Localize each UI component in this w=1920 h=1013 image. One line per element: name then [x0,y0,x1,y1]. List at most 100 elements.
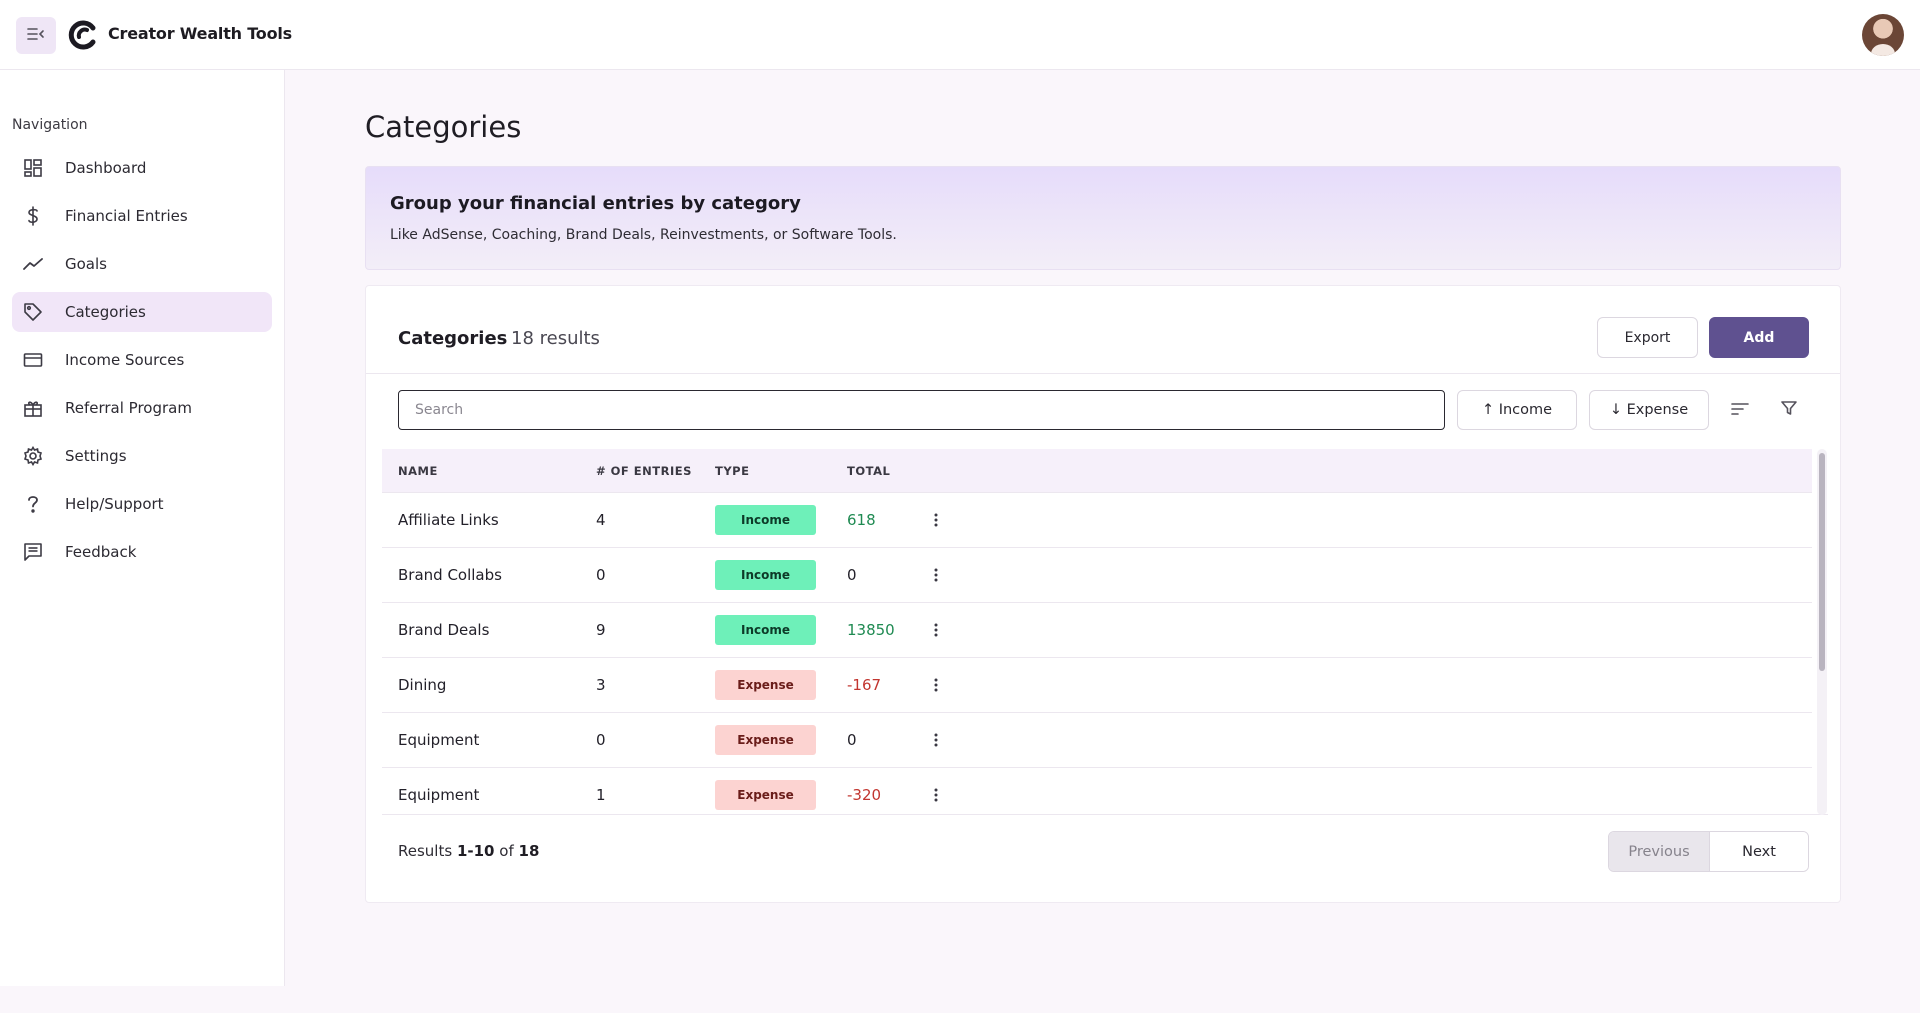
results-count: 18 results [511,328,600,349]
sidebar-item-financial-entries[interactable]: Financial Entries [12,196,272,236]
category-total: 0 [847,566,857,584]
previous-page-button[interactable]: Previous [1609,832,1710,871]
column-header-name[interactable]: NAME [398,464,438,478]
categories-card: Categories 18 results Export Add ↑ Incom… [365,285,1841,903]
sidebar-item-settings[interactable]: Settings [12,436,272,476]
column-header-total[interactable]: TOTAL [847,464,890,478]
category-name: Dining [398,676,447,694]
next-page-button[interactable]: Next [1710,832,1808,871]
nav-heading: Navigation [12,117,88,133]
search-input[interactable] [398,390,1445,430]
sidebar-item-label: Dashboard [65,159,147,177]
row-actions-button[interactable] [924,672,948,700]
more-vertical-icon [934,567,938,586]
income-filter-button[interactable]: ↑ Income [1457,390,1577,430]
creator-logo-icon [67,19,99,51]
sidebar-item-dashboard[interactable]: Dashboard [12,148,272,188]
sidebar: Navigation Dashboard Financial Entries G… [0,70,285,986]
entry-count: 9 [596,621,606,639]
entry-count: 3 [596,676,606,694]
more-vertical-icon [934,677,938,696]
row-actions-button[interactable] [924,562,948,590]
type-badge: Income [715,615,816,645]
card-title: Categories [398,328,508,349]
category-total: -167 [847,676,882,694]
more-vertical-icon [934,512,938,531]
category-name: Affiliate Links [398,511,499,529]
sidebar-item-label: Financial Entries [65,207,188,225]
dashboard-icon [22,157,44,179]
category-total: 0 [847,731,857,749]
banner-subtitle: Like AdSense, Coaching, Brand Deals, Rei… [390,227,897,243]
gear-icon [22,445,44,467]
category-name: Brand Collabs [398,566,502,584]
filter-button[interactable] [1774,395,1804,425]
sidebar-item-feedback[interactable]: Feedback [12,532,272,572]
sidebar-item-categories[interactable]: Categories [12,292,272,332]
entry-count: 4 [596,511,606,529]
pagination: Previous Next [1608,831,1809,872]
results-of: of [499,842,514,860]
table-row[interactable]: Brand Deals 9 Income 13850 [382,603,1812,658]
type-badge: Income [715,560,816,590]
row-actions-button[interactable] [924,507,948,535]
feedback-icon [22,541,44,563]
export-button[interactable]: Export [1597,317,1698,358]
dollar-icon [22,205,44,227]
table-row[interactable]: Affiliate Links 4 Income 618 [382,493,1812,548]
row-actions-button[interactable] [924,782,948,810]
more-vertical-icon [934,787,938,806]
sort-button[interactable] [1725,395,1755,425]
collapse-menu-button[interactable] [16,17,56,54]
add-button[interactable]: Add [1709,317,1809,358]
table-scrollbar[interactable] [1817,449,1827,815]
app-title: Creator Wealth Tools [108,24,292,43]
gift-icon [22,397,44,419]
nav-list: Dashboard Financial Entries Goals Catego… [12,148,272,580]
type-badge: Income [715,505,816,535]
category-total: -320 [847,786,882,804]
sidebar-item-label: Feedback [65,543,137,561]
banner-title: Group your financial entries by category [390,193,801,214]
table-row[interactable]: Equipment 0 Expense 0 [382,713,1812,768]
expense-filter-button[interactable]: ↓ Expense [1589,390,1709,430]
card-header: Categories 18 results Export Add [366,286,1840,374]
pagination-summary: Results 1-10 of 18 [398,842,539,860]
collapse-menu-icon [27,26,45,45]
column-header-entries[interactable]: # OF ENTRIES [596,464,692,478]
sidebar-item-label: Income Sources [65,351,185,369]
trend-line-icon [22,253,44,275]
top-bar: Creator Wealth Tools [0,0,1920,70]
card-icon [22,349,44,371]
sidebar-item-label: Help/Support [65,495,164,513]
type-badge: Expense [715,670,816,700]
user-avatar[interactable] [1862,14,1904,56]
category-name: Equipment [398,731,480,749]
sidebar-item-referral-program[interactable]: Referral Program [12,388,272,428]
entry-count: 0 [596,566,606,584]
scrollbar-thumb[interactable] [1819,453,1825,671]
sidebar-item-label: Referral Program [65,399,192,417]
filter-icon [1781,400,1797,420]
table-header: NAME # OF ENTRIES TYPE TOTAL [382,449,1812,493]
column-header-type[interactable]: TYPE [715,464,749,478]
entry-count: 1 [596,786,606,804]
table-row[interactable]: Brand Collabs 0 Income 0 [382,548,1812,603]
sidebar-item-income-sources[interactable]: Income Sources [12,340,272,380]
results-range: 1-10 [456,842,495,860]
page-title: Categories [365,110,522,144]
row-actions-button[interactable] [924,617,948,645]
category-total: 13850 [847,621,895,639]
row-actions-button[interactable] [924,727,948,755]
more-vertical-icon [934,732,938,751]
info-banner: Group your financial entries by category… [365,166,1841,270]
category-name: Equipment [398,786,480,804]
sidebar-item-help-support[interactable]: Help/Support [12,484,272,524]
results-total: 18 [518,842,540,860]
sidebar-item-goals[interactable]: Goals [12,244,272,284]
tag-icon [22,301,44,323]
sidebar-item-label: Goals [65,255,107,273]
table-row[interactable]: Equipment 1 Expense -320 [382,768,1812,814]
table-row[interactable]: Dining 3 Expense -167 [382,658,1812,713]
category-name: Brand Deals [398,621,490,639]
